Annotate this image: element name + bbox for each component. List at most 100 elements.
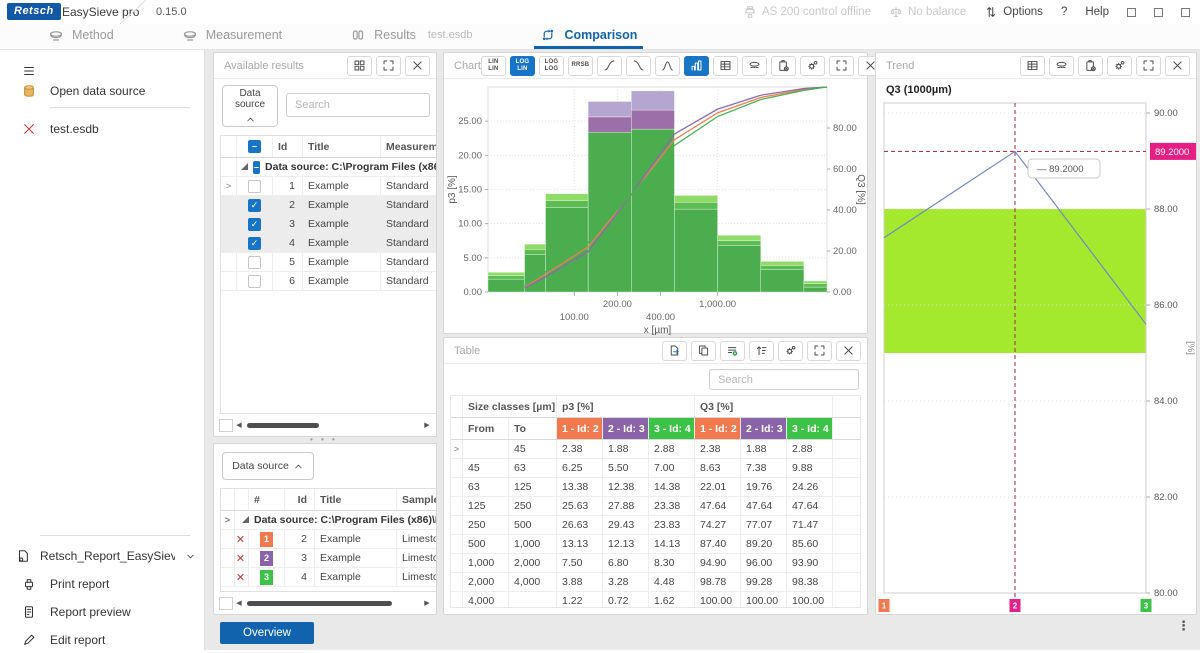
group-expander-icon[interactable] bbox=[242, 516, 249, 523]
data-source-group-row[interactable]: >Data source: C:\Program Files (x86)\Ret… bbox=[221, 511, 436, 530]
cumulative-curve-button[interactable] bbox=[597, 56, 622, 76]
select-all-checkbox[interactable]: – bbox=[248, 140, 261, 153]
clipboard-button[interactable] bbox=[771, 56, 796, 76]
remove-row-icon[interactable]: ✕ bbox=[236, 533, 245, 546]
data-source-row[interactable]: ✕34ExampleLimestone / bbox=[221, 568, 436, 587]
copy-button[interactable] bbox=[691, 341, 716, 361]
results-row[interactable]: 6ExampleStandard bbox=[221, 272, 436, 291]
result-checkbox[interactable]: ✓ bbox=[248, 218, 261, 231]
log-lin-button[interactable]: LOGLIN bbox=[510, 56, 535, 76]
table-row[interactable]: >452.381.882.882.381.882.88 bbox=[451, 440, 860, 459]
remove-row-icon[interactable]: ✕ bbox=[236, 571, 245, 584]
horizontal-scrollbar[interactable]: ◀ ▶ bbox=[219, 596, 431, 610]
table-view-button[interactable] bbox=[713, 56, 738, 76]
close-button[interactable] bbox=[1165, 56, 1190, 76]
scroll-left-icon[interactable]: ◀ bbox=[235, 599, 243, 607]
sieve-button[interactable] bbox=[742, 56, 767, 76]
window-maximize-icon[interactable] bbox=[1154, 8, 1163, 17]
close-button[interactable] bbox=[836, 341, 861, 361]
table-row[interactable]: 5001,00013.1312.1314.1387.4089.2085.60 bbox=[451, 535, 860, 554]
data-source-dropdown[interactable]: Data source bbox=[222, 452, 314, 480]
table-row[interactable]: 1,0002,0007.506.808.3094.9096.0093.90 bbox=[451, 554, 860, 573]
lin-lin-button[interactable]: LINLIN bbox=[481, 56, 506, 76]
print-report-button[interactable]: Print report bbox=[0, 571, 204, 597]
to-value: 125 bbox=[509, 478, 557, 496]
chevron-up-icon bbox=[245, 114, 256, 125]
table-row[interactable]: 45636.255.507.008.637.389.88 bbox=[451, 459, 860, 478]
results-row[interactable]: 5ExampleStandard bbox=[221, 253, 436, 272]
table-view-button[interactable] bbox=[1020, 56, 1045, 76]
results-group-dropdown[interactable]: Data source bbox=[222, 85, 278, 127]
edit-report-button[interactable]: Edit report bbox=[0, 627, 204, 653]
data-source-row[interactable]: ✕12ExampleLimestone / bbox=[221, 530, 436, 549]
window-minimize-icon[interactable] bbox=[1127, 8, 1136, 17]
quick-help-button[interactable]: ? bbox=[1061, 6, 1067, 18]
distribution-chart[interactable]: 0.005.0010.0015.0020.0025.000.0020.0040.… bbox=[444, 79, 867, 335]
table-search-input[interactable] bbox=[709, 369, 859, 390]
result-checkbox[interactable] bbox=[248, 256, 261, 269]
svg-text:20.00: 20.00 bbox=[458, 150, 482, 161]
scrollbar-thumb[interactable] bbox=[247, 423, 319, 428]
sieve-button[interactable] bbox=[1049, 56, 1074, 76]
report-preview-button[interactable]: Report preview bbox=[0, 599, 204, 625]
clipboard-button[interactable] bbox=[1078, 56, 1103, 76]
result-checkbox[interactable] bbox=[248, 275, 261, 288]
close-button[interactable] bbox=[405, 56, 430, 76]
tab-method[interactable]: Method bbox=[42, 24, 120, 49]
scrollbar-track[interactable] bbox=[245, 419, 421, 432]
histogram-button[interactable] bbox=[684, 56, 709, 76]
log-log-button[interactable]: LOGLOG bbox=[539, 56, 564, 76]
expand-button[interactable] bbox=[807, 341, 832, 361]
tab-results[interactable]: Results test.esdb bbox=[344, 24, 478, 49]
scroll-left-icon[interactable]: ◀ bbox=[235, 421, 243, 429]
sort-button[interactable] bbox=[749, 341, 774, 361]
results-search-input[interactable] bbox=[286, 93, 430, 117]
table-row[interactable]: 2,0004,0003.883.284.4898.7899.2898.38 bbox=[451, 573, 860, 592]
table-row[interactable]: 4,0001.220.721.62100.00100.00100.00 bbox=[451, 592, 860, 608]
columns-button[interactable] bbox=[720, 341, 745, 361]
open-file-test-esdb[interactable]: test.esdb bbox=[0, 116, 204, 142]
result-checkbox[interactable] bbox=[248, 180, 261, 193]
result-checkbox[interactable]: ✓ bbox=[248, 199, 261, 212]
scrollbar-track[interactable] bbox=[245, 597, 421, 610]
window-close-icon[interactable] bbox=[1181, 8, 1190, 17]
density-curve-button[interactable] bbox=[655, 56, 680, 76]
scroll-right-icon[interactable]: ▶ bbox=[423, 421, 431, 429]
results-row[interactable]: ✓4ExampleStandard bbox=[221, 234, 436, 253]
scroll-right-icon[interactable]: ▶ bbox=[423, 599, 431, 607]
remove-file-icon[interactable] bbox=[22, 122, 36, 136]
open-data-source-button[interactable]: Open data source bbox=[0, 78, 204, 104]
table-row[interactable]: 6312513.3812.3814.3822.0119.7624.26 bbox=[451, 478, 860, 497]
tab-measurement[interactable]: Measurement bbox=[176, 24, 288, 49]
options-menu[interactable]: Options bbox=[984, 5, 1043, 19]
export-button[interactable] bbox=[662, 341, 687, 361]
scrollbar-thumb[interactable] bbox=[247, 601, 392, 606]
expand-button[interactable] bbox=[829, 56, 854, 76]
data-source-row[interactable]: ✕23ExampleLimestone / bbox=[221, 549, 436, 568]
remove-row-icon[interactable]: ✕ bbox=[236, 552, 245, 565]
table-row[interactable]: 12525025.6327.8823.3847.6447.6447.64 bbox=[451, 497, 860, 516]
results-row[interactable]: ✓2ExampleStandard bbox=[221, 196, 436, 215]
overview-button[interactable]: Overview bbox=[220, 622, 314, 644]
result-checkbox[interactable]: ✓ bbox=[248, 237, 261, 250]
results-row[interactable]: >1ExampleStandard bbox=[221, 177, 436, 196]
settings-button[interactable] bbox=[800, 56, 825, 76]
help-menu[interactable]: Help bbox=[1085, 6, 1109, 18]
layout-button[interactable] bbox=[347, 56, 372, 76]
report-template-select[interactable]: Retsch_Report_EasySieve.xml bbox=[0, 543, 204, 569]
rrsb-button[interactable]: RRSB bbox=[568, 56, 593, 76]
settings-button[interactable] bbox=[778, 341, 803, 361]
group-checkbox[interactable]: – bbox=[253, 161, 260, 174]
expand-button[interactable] bbox=[376, 56, 401, 76]
retained-curve-button[interactable] bbox=[626, 56, 651, 76]
results-row[interactable]: ✓3ExampleStandard bbox=[221, 215, 436, 234]
expand-button[interactable] bbox=[1136, 56, 1161, 76]
group-expander-icon[interactable] bbox=[241, 163, 248, 170]
data-source-group-row[interactable]: –Data source: C:\Program Files (x86)\Ret… bbox=[221, 158, 436, 177]
table-row[interactable]: 25050026.6329.4323.8374.2777.0771.47 bbox=[451, 516, 860, 535]
tab-comparison[interactable]: Comparison bbox=[534, 24, 643, 49]
trend-chart[interactable]: 80.0082.0084.0086.0088.0090.00— 89.20008… bbox=[876, 99, 1196, 615]
horizontal-scrollbar[interactable]: ◀ ▶ bbox=[219, 418, 431, 432]
kebab-menu-icon[interactable]: ⋮ bbox=[1177, 618, 1190, 634]
settings-button[interactable] bbox=[1107, 56, 1132, 76]
